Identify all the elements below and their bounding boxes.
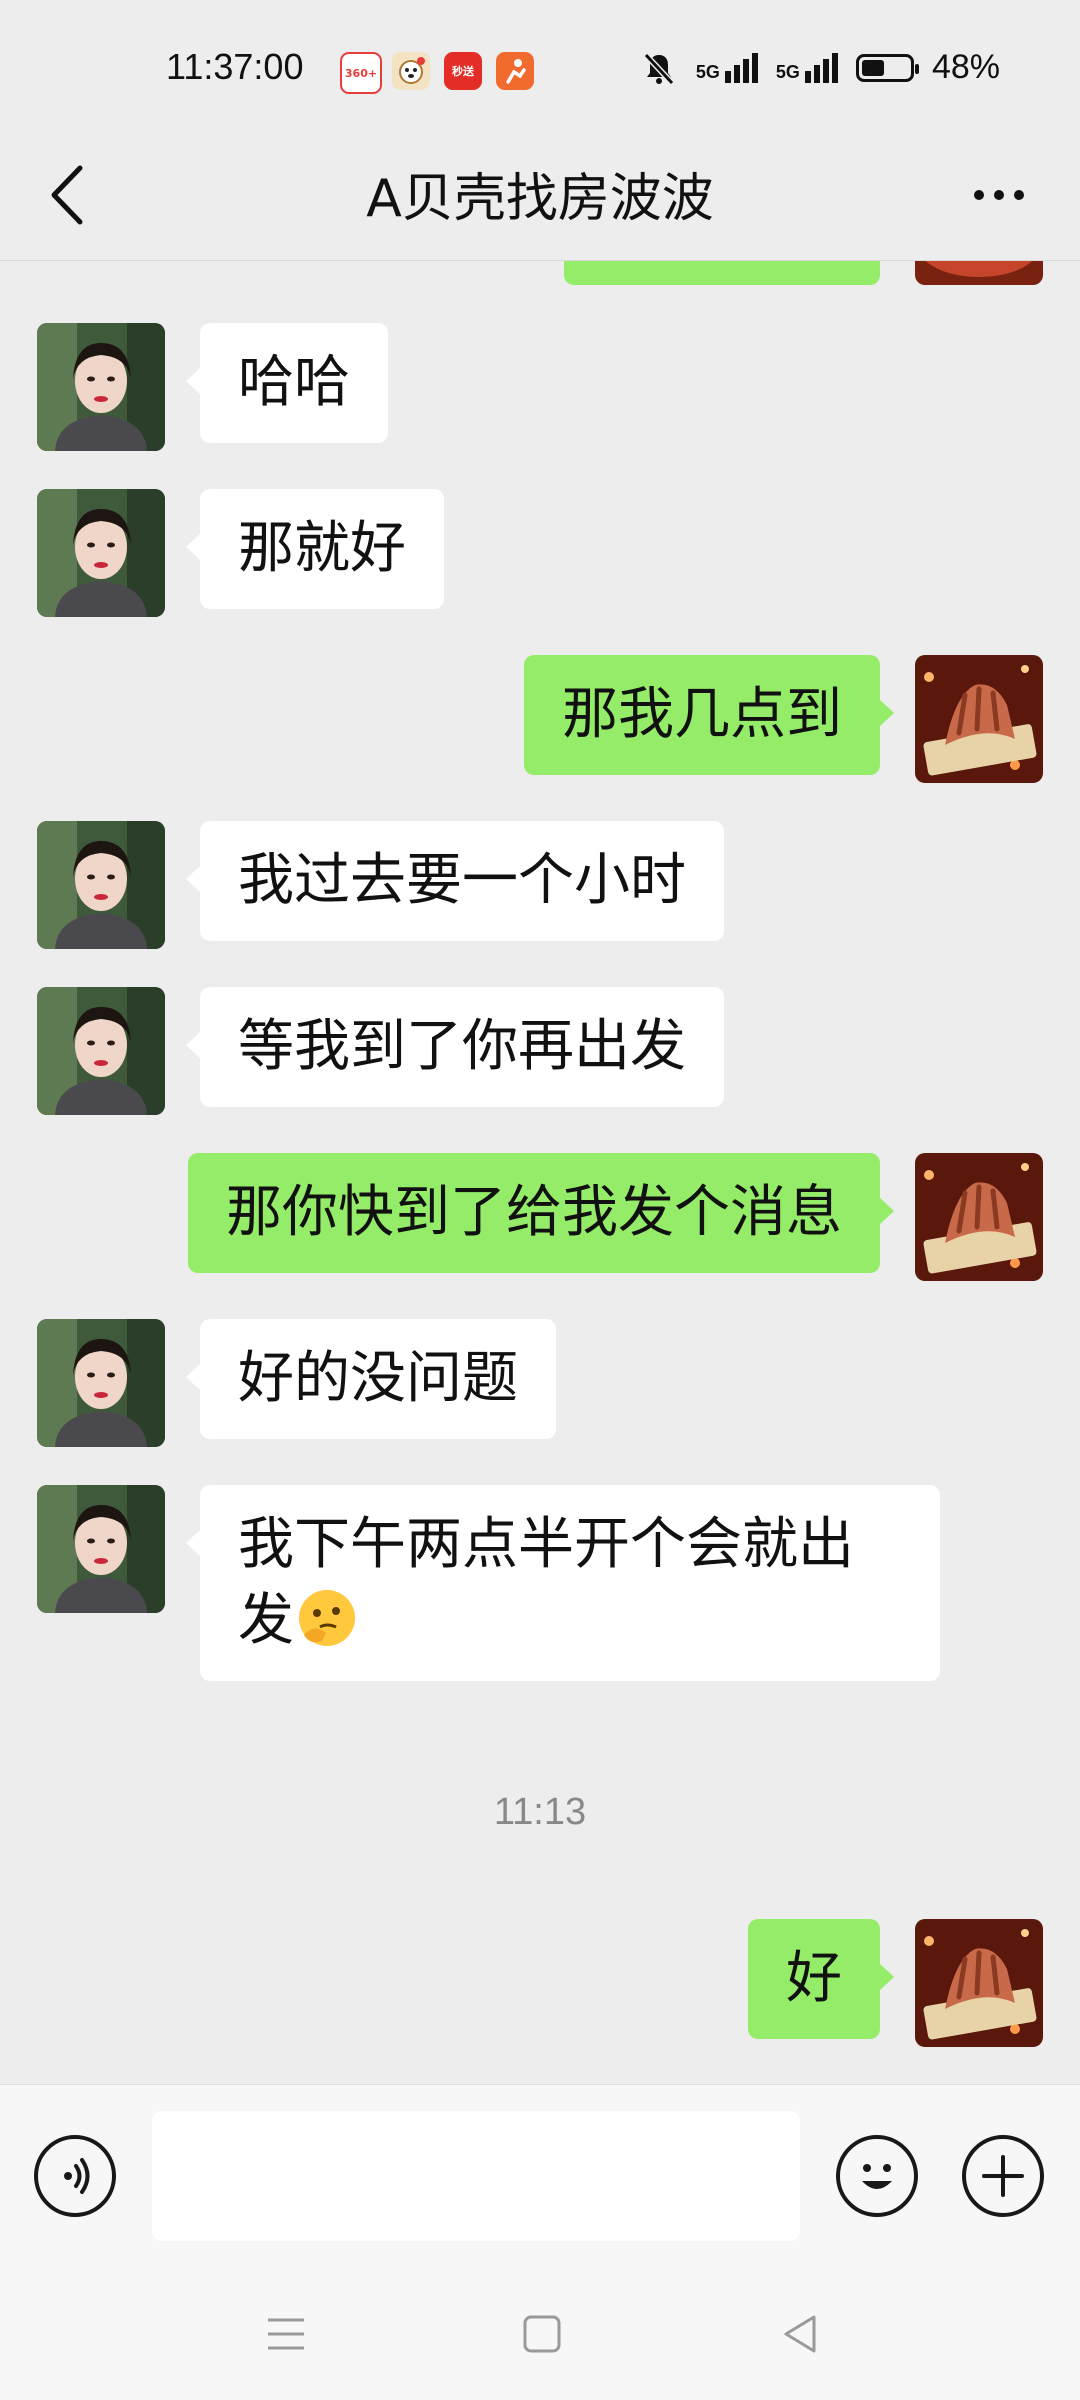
message-bubble-incoming[interactable]: 我过去要一个小时 bbox=[186, 821, 724, 941]
message-bubble-outgoing[interactable]: 那我几点到 bbox=[524, 655, 894, 775]
contact-avatar[interactable] bbox=[37, 489, 165, 617]
back-nav-button[interactable] bbox=[778, 2312, 822, 2356]
more-actions-button[interactable] bbox=[962, 2135, 1044, 2217]
message-bubble-outgoing[interactable] bbox=[564, 261, 880, 285]
recents-button[interactable] bbox=[264, 2312, 308, 2356]
mute-icon bbox=[643, 52, 675, 85]
contact-avatar[interactable] bbox=[37, 1319, 165, 1447]
contact-avatar[interactable] bbox=[37, 1485, 165, 1613]
more-options-button[interactable] bbox=[954, 160, 1044, 230]
my-avatar[interactable] bbox=[915, 261, 1043, 285]
message-bubble-incoming[interactable]: 好的没问题 bbox=[186, 1319, 556, 1439]
message-input[interactable] bbox=[152, 2111, 800, 2241]
voice-icon bbox=[64, 2158, 90, 2194]
message-bubble-outgoing[interactable]: 好 bbox=[748, 1919, 894, 2039]
message-bubble-outgoing[interactable]: 那你快到了给我发个消息 bbox=[188, 1153, 894, 1273]
runner-app-icon bbox=[496, 52, 534, 90]
square-icon bbox=[523, 2315, 561, 2353]
message-bubble-incoming[interactable]: 哈哈 bbox=[186, 323, 388, 443]
message-timestamp: 11:13 bbox=[493, 1791, 587, 1833]
contact-avatar[interactable] bbox=[37, 821, 165, 949]
thinking-face-emoji-icon bbox=[299, 1590, 355, 1646]
chat-header: A贝壳找房波波 bbox=[0, 130, 1080, 261]
emoji-button[interactable] bbox=[836, 2135, 918, 2217]
menu-icon bbox=[268, 2318, 304, 2350]
signal-1-icon: 5G bbox=[696, 52, 758, 83]
my-avatar[interactable] bbox=[915, 655, 1043, 783]
chaosong-icon: 秒送 bbox=[444, 52, 482, 90]
home-button[interactable] bbox=[520, 2312, 564, 2356]
status-time: 11:37:00 bbox=[166, 46, 304, 87]
message-bubble-incoming[interactable]: 等我到了你再出发 bbox=[186, 987, 724, 1107]
message-bubble-incoming[interactable]: 那就好 bbox=[186, 489, 444, 609]
my-avatar[interactable] bbox=[915, 1153, 1043, 1281]
more-dot-icon bbox=[994, 190, 1004, 200]
status-indicators: 5G 5G 48% bbox=[640, 48, 1000, 87]
smiley-icon bbox=[862, 2164, 892, 2189]
contact-avatar[interactable] bbox=[37, 323, 165, 451]
chat-title: A贝壳找房波波 bbox=[366, 169, 714, 229]
my-avatar[interactable] bbox=[915, 1919, 1043, 2047]
more-dot-icon bbox=[1014, 190, 1024, 200]
battery-percent: 48% bbox=[931, 48, 1000, 86]
triangle-back-icon bbox=[784, 2315, 816, 2353]
more-dot-icon bbox=[974, 190, 984, 200]
plus-icon bbox=[982, 2155, 1024, 2197]
contact-avatar[interactable] bbox=[37, 987, 165, 1115]
voice-input-button[interactable] bbox=[34, 2135, 116, 2217]
message-bubble-incoming[interactable]: 我下午两点半开个会就出发 bbox=[186, 1485, 940, 1681]
battery-icon bbox=[855, 53, 919, 82]
status-bar: 11:37:00 360+ 秒送 5G 5G 48% bbox=[0, 0, 1080, 130]
message-list[interactable]: 哈哈 那就好 那我几点到 我过去要一个小时 等我到了你再出发 那你快到了给我发个… bbox=[0, 261, 1080, 2084]
input-bar bbox=[0, 2084, 1080, 2261]
360-icon: 360+ bbox=[340, 52, 382, 94]
signal-2-icon: 5G bbox=[776, 52, 838, 83]
system-nav-bar bbox=[0, 2260, 1080, 2400]
dog-app-icon bbox=[392, 52, 430, 90]
